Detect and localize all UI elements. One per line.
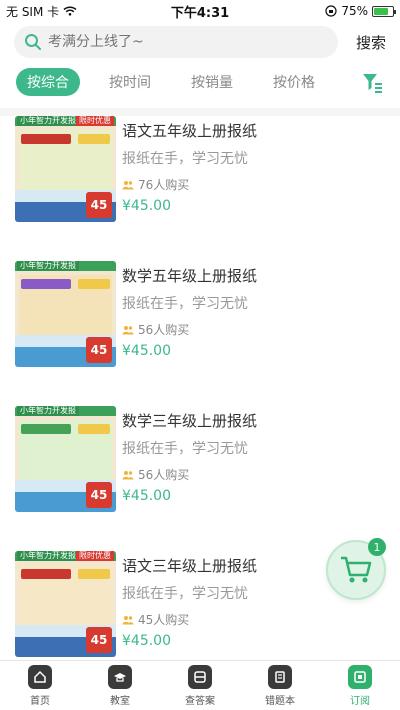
cover-price-badge: 45 [86, 192, 112, 218]
tab-home[interactable]: 首页 [5, 664, 75, 707]
product-subtitle: 报纸在手，学习无忧 [122, 151, 248, 167]
cover-top-label: 小年智力开发报 [17, 261, 79, 271]
product-price: ¥45.00 [122, 488, 171, 504]
product-cover: 小年智力开发报 限时优惠 45 [15, 551, 116, 657]
cover-title-block [21, 424, 71, 434]
battery-icon [372, 5, 396, 17]
filter-tab-comprehensive[interactable]: 按综合 [16, 68, 80, 96]
battery-percent: 75% [341, 4, 368, 18]
cover-top-label: 小年智力开发报 [17, 116, 79, 126]
product-buyers: 76人购买 [122, 176, 382, 194]
product-item[interactable]: 小年智力开发报 45 数学五年级上册报纸 报纸在手，学习无忧 56人购买 ¥45… [0, 261, 400, 371]
filter-icon[interactable] [360, 70, 384, 94]
tab-label: 查答案 [185, 695, 215, 707]
product-buyers: 56人购买 [122, 466, 382, 484]
product-title: 数学五年级上册报纸 [122, 267, 258, 285]
product-item[interactable]: 小年智力开发报 限时优惠 45 语文五年级上册报纸 报纸在手，学习无忧 76人购… [0, 116, 400, 226]
cover-price-badge: 45 [86, 337, 112, 363]
product-title: 数学三年级上册报纸 [122, 412, 258, 430]
wifi-icon [63, 6, 77, 16]
product-cover: 小年智力开发报 限时优惠 45 [15, 116, 116, 222]
tab-label: 订阅 [350, 695, 370, 707]
cover-top-label: 小年智力开发报 [17, 551, 79, 561]
cart-icon [341, 556, 372, 583]
cart-button[interactable]: 1 [326, 538, 386, 600]
status-right: 75% [254, 4, 396, 18]
cover-title-block [78, 424, 110, 434]
tab-subscribe[interactable]: 订阅 [325, 664, 395, 707]
product-cover: 小年智力开发报 45 [15, 406, 116, 512]
status-bar: 无 SIM 卡 下午4:31 75% [0, 0, 400, 22]
mistakes-icon [268, 664, 292, 689]
home-icon [28, 664, 52, 689]
filter-tab-time[interactable]: 按时间 [98, 68, 162, 96]
users-icon [122, 471, 134, 480]
answers-icon [188, 664, 212, 689]
search-button[interactable]: 搜索 [338, 32, 386, 53]
product-subtitle: 报纸在手，学习无忧 [122, 441, 248, 457]
tab-classroom[interactable]: 教室 [85, 664, 155, 707]
tab-label: 首页 [30, 695, 50, 707]
product-title: 语文五年级上册报纸 [122, 122, 258, 140]
cover-promo: 限时优惠 [76, 116, 114, 126]
cover-title-block [78, 279, 110, 289]
battery-level [374, 7, 388, 15]
tab-answers[interactable]: 查答案 [165, 664, 235, 707]
cover-top-label: 小年智力开发报 [17, 406, 79, 416]
cover-title-block [78, 569, 110, 579]
cover-title-block [21, 569, 71, 579]
product-cover: 小年智力开发报 45 [15, 261, 116, 367]
product-price: ¥45.00 [122, 633, 171, 649]
cover-promo: 限时优惠 [76, 551, 114, 561]
status-left: 无 SIM 卡 [6, 3, 146, 20]
cover-title-block [78, 134, 110, 144]
cover-price-badge: 45 [86, 627, 112, 653]
tab-label: 错题本 [265, 695, 295, 707]
product-buyers: 56人购买 [122, 321, 382, 339]
product-item[interactable]: 小年智力开发报 45 数学三年级上册报纸 报纸在手，学习无忧 56人购买 ¥45… [0, 406, 400, 516]
search-input[interactable] [48, 34, 288, 50]
buyers-count: 56人购买 [138, 468, 190, 482]
tab-mistakes[interactable]: 错题本 [245, 664, 315, 707]
product-price: ¥45.00 [122, 198, 171, 214]
carrier-label: 无 SIM 卡 [6, 4, 60, 19]
status-time: 下午4:31 [170, 5, 230, 21]
orientation-lock-icon [325, 5, 337, 17]
users-icon [122, 326, 134, 335]
bottom-tab-bar: 首页 教室 查答案 错题本 订阅 [0, 660, 400, 710]
product-buyers: 45人购买 [122, 611, 382, 629]
cover-title-block [21, 279, 71, 289]
cover-title-block [21, 134, 71, 144]
filter-tab-sales[interactable]: 按销量 [180, 68, 244, 96]
search-row: 搜索 [0, 24, 400, 60]
buyers-count: 76人购买 [138, 178, 190, 192]
product-price: ¥45.00 [122, 343, 171, 359]
filter-tab-price[interactable]: 按价格 [262, 68, 326, 96]
search-icon [25, 34, 41, 50]
filter-row: 按综合 按时间 按销量 按价格 [0, 64, 400, 100]
classroom-icon [108, 664, 132, 689]
search-box[interactable] [14, 26, 338, 58]
product-subtitle: 报纸在手，学习无忧 [122, 296, 248, 312]
tab-label: 教室 [110, 695, 130, 707]
section-divider [0, 108, 400, 116]
buyers-count: 56人购买 [138, 323, 190, 337]
users-icon [122, 181, 134, 190]
product-info: 数学三年级上册报纸 报纸在手，学习无忧 56人购买 ¥45.00 [122, 406, 382, 506]
product-info: 数学五年级上册报纸 报纸在手，学习无忧 56人购买 ¥45.00 [122, 261, 382, 361]
users-icon [122, 616, 134, 625]
cart-count-badge: 1 [368, 538, 386, 556]
subscribe-icon [348, 664, 372, 689]
buyers-count: 45人购买 [138, 613, 190, 627]
cover-price-badge: 45 [86, 482, 112, 508]
product-info: 语文五年级上册报纸 报纸在手，学习无忧 76人购买 ¥45.00 [122, 116, 382, 216]
